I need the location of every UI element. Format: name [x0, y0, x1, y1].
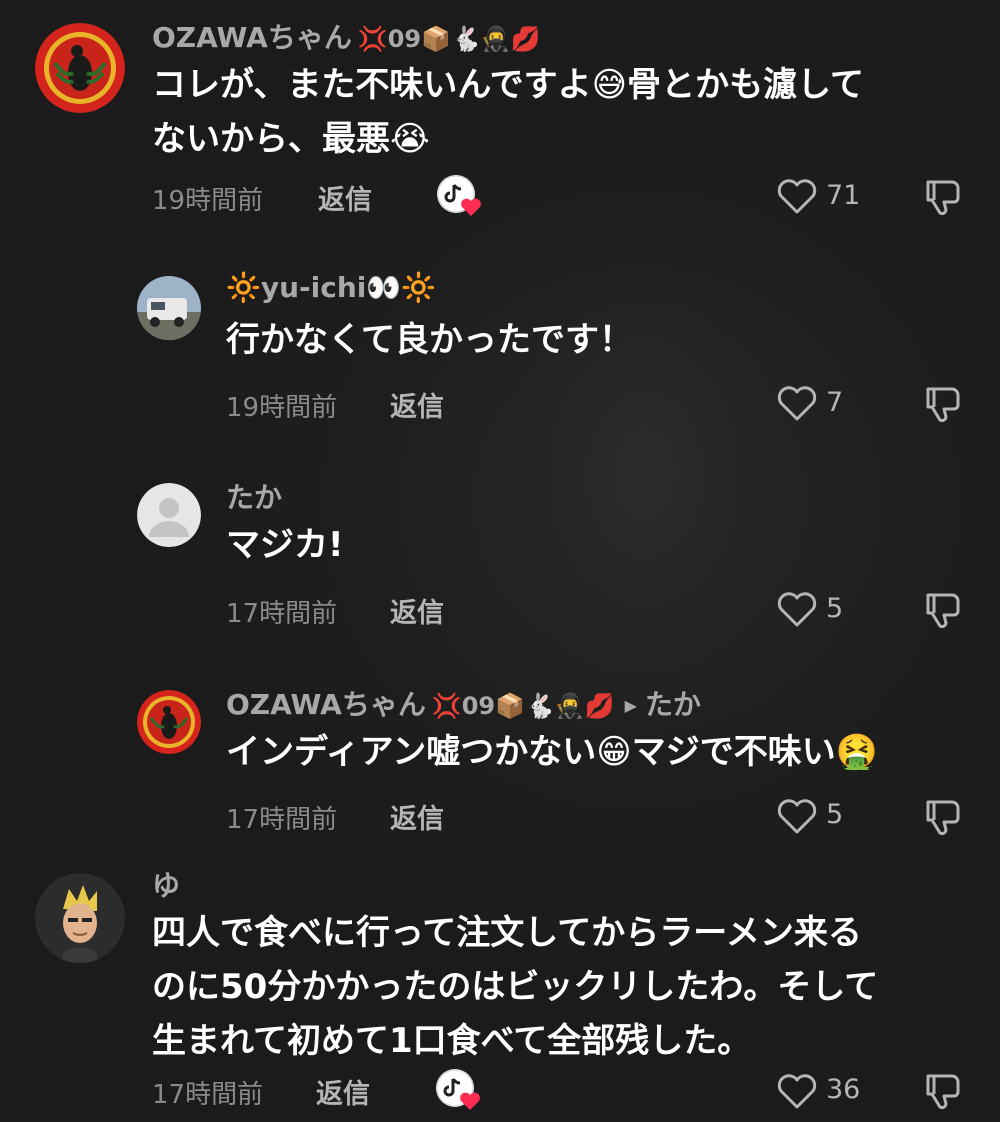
- thumbs-down-icon[interactable]: [922, 383, 966, 425]
- thumbs-down-icon[interactable]: [922, 796, 966, 838]
- reply-button[interactable]: 返信: [390, 591, 444, 630]
- heart-outline-icon[interactable]: [776, 383, 818, 423]
- comment-username[interactable]: OZAWAちゃん 💢09📦🐇🥷💋 ▶ たか: [226, 683, 701, 723]
- thumbs-down-icon[interactable]: [922, 589, 966, 631]
- comments-screen: OZAWAちゃん 💢09📦🐇🥷💋 コレが、また不味いんですよ😅骨とかも濾して ない…: [0, 0, 1000, 1122]
- avatar[interactable]: [137, 483, 201, 547]
- thumbs-down-icon[interactable]: [922, 1070, 966, 1112]
- reply-to-username[interactable]: たか: [645, 688, 701, 721]
- comment-timestamp: 17時間前: [152, 1080, 264, 1110]
- comment-text: 四人で食べに行って注文してからラーメン来る のに50分かかったのはビックリしたわ…: [152, 913, 879, 1061]
- heart-outline-icon[interactable]: [776, 1071, 818, 1111]
- heart-outline-icon[interactable]: [776, 176, 818, 216]
- reply-button[interactable]: 返信: [318, 178, 372, 217]
- comment-timestamp: 19時間前: [226, 393, 338, 423]
- like-count: 36: [826, 1074, 861, 1105]
- comment-username[interactable]: たか: [226, 476, 282, 516]
- heart-outline-icon[interactable]: [776, 589, 818, 629]
- heart-outline-icon[interactable]: [776, 796, 818, 836]
- thumbs-down-icon[interactable]: [922, 176, 966, 218]
- comment-username[interactable]: OZAWAちゃん 💢09📦🐇🥷💋: [152, 16, 541, 56]
- comment-text: コレが、また不味いんですよ😅骨とかも濾して ないから、最悪😭: [152, 65, 865, 159]
- like-count: 7: [826, 387, 844, 418]
- reply-button[interactable]: 返信: [390, 385, 444, 424]
- comment-text: マジカ!: [226, 525, 344, 565]
- user-badges: 💢09📦🐇🥷💋: [357, 25, 541, 53]
- comment-username[interactable]: 🔆yu-ichi👀🔆: [226, 271, 436, 304]
- reply-button[interactable]: 返信: [390, 797, 444, 836]
- comment-timestamp: 17時間前: [226, 599, 338, 629]
- comment-timestamp: 19時間前: [152, 186, 264, 216]
- like-count: 71: [826, 180, 861, 211]
- triangle-right-icon: ▶: [624, 696, 637, 715]
- comment-text: インディアン嘘つかない😁マジで不味い🤮: [226, 732, 879, 772]
- user-badges: 💢09📦🐇🥷💋: [431, 692, 615, 720]
- comment-timestamp: 17時間前: [226, 805, 338, 835]
- comment-username[interactable]: ゆ: [152, 864, 180, 904]
- comment-text: 行かなくて良かったです！: [226, 320, 633, 360]
- avatar[interactable]: [137, 276, 201, 340]
- avatar[interactable]: [35, 23, 125, 113]
- avatar[interactable]: [137, 690, 201, 754]
- reply-button[interactable]: 返信: [316, 1072, 370, 1111]
- like-count: 5: [826, 593, 844, 624]
- avatar[interactable]: [35, 873, 125, 963]
- like-count: 5: [826, 799, 844, 830]
- creator-liked-badge-icon: [437, 175, 481, 216]
- creator-liked-badge-icon: [436, 1069, 480, 1110]
